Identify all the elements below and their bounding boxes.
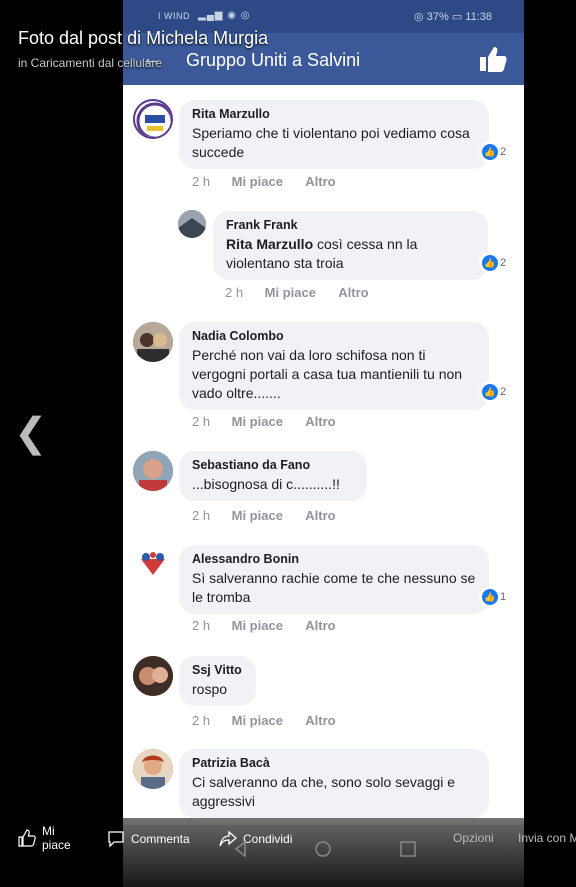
options-button[interactable]: Opzioni xyxy=(453,831,494,845)
comment-time: 2 h xyxy=(225,285,244,300)
thumb-up-icon xyxy=(18,829,36,847)
comment-author[interactable]: Sebastiano da Fano xyxy=(192,457,354,473)
eye-icon: ◎ xyxy=(414,11,424,23)
comment-actions: 2 h Mi piace Altro xyxy=(192,618,336,633)
comment-actions: 2 h Mi piace Altro xyxy=(225,285,369,300)
avatar[interactable] xyxy=(178,210,206,238)
avatar[interactable] xyxy=(133,322,173,362)
comment-actions: 2 h Mi piace Altro xyxy=(192,713,336,728)
comment-text: Speriamo che ti violentano poi vediamo c… xyxy=(192,125,470,160)
avatar[interactable] xyxy=(133,99,173,139)
nav-home-icon xyxy=(315,841,331,857)
reaction-count[interactable]: 👍 2 xyxy=(479,141,511,163)
comment-author[interactable]: Ssj Vitto xyxy=(192,662,243,678)
nav-back-icon xyxy=(234,840,246,858)
like-thumb-icon[interactable] xyxy=(478,45,508,73)
comment-time: 2 h xyxy=(192,508,211,523)
comment-actions: 2 h Mi piace Altro xyxy=(192,174,336,189)
mention[interactable]: Rita Marzullo xyxy=(226,236,313,252)
more-link[interactable]: Altro xyxy=(305,618,335,633)
like-link[interactable]: Mi piace xyxy=(232,508,302,523)
avatar[interactable] xyxy=(133,749,173,789)
comment-list: Rita Marzullo Speriamo che ti violentano… xyxy=(123,85,524,825)
comment-bubble[interactable]: Frank Frank Rita Marzullo così cessa nn … xyxy=(213,211,488,280)
more-link[interactable]: Altro xyxy=(305,713,335,728)
comment-text: Perché non vai da loro schifosa non ti v… xyxy=(192,347,463,401)
like-reaction-icon: 👍 xyxy=(482,384,498,400)
comment-time: 2 h xyxy=(192,618,211,633)
like-reaction-icon: 👍 xyxy=(482,144,498,160)
avatar[interactable] xyxy=(133,656,173,696)
photo-viewer: I WIND ▂▄▆ ◉ ◎ ◎ 37% ▭ 11:38 ← Gruppo Un… xyxy=(0,0,576,887)
comment-bubble[interactable]: Alessandro Bonin Sì salveranno rachie co… xyxy=(179,545,489,614)
comment-icon xyxy=(108,831,124,848)
comment-text: Rita Marzullo così cessa nn la violentan… xyxy=(226,236,418,271)
carrier-label: I WIND xyxy=(158,11,190,21)
like-link[interactable]: Mi piace xyxy=(232,618,302,633)
send-with-messenger-button[interactable]: Invia con M xyxy=(518,831,576,845)
like-link[interactable]: Mi piace xyxy=(232,713,302,728)
comment-text: ...bisognosa di c..........!! xyxy=(192,476,340,492)
more-link[interactable]: Altro xyxy=(305,508,335,523)
avatar[interactable] xyxy=(133,545,173,585)
reaction-count[interactable]: 👍 2 xyxy=(479,381,511,403)
comment-text: Sì salveranno rachie come te che nessuno… xyxy=(192,570,476,605)
reaction-count[interactable]: 👍 1 xyxy=(479,586,511,608)
comment-bubble[interactable]: Sebastiano da Fano ...bisognosa di c....… xyxy=(179,451,367,501)
comment-time: 2 h xyxy=(192,414,211,429)
like-button[interactable]: Mi piace xyxy=(18,824,76,852)
like-link[interactable]: Mi piace xyxy=(265,285,335,300)
comment-author[interactable]: Alessandro Bonin xyxy=(192,551,476,567)
post-title[interactable]: Foto dal post di Michela Murgia xyxy=(18,28,268,49)
like-reaction-icon: 👍 xyxy=(482,589,498,605)
like-link[interactable]: Mi piace xyxy=(232,414,302,429)
comment-author[interactable]: Rita Marzullo xyxy=(192,106,476,122)
clock: 11:38 xyxy=(465,11,492,23)
status-right: ◎ 37% ▭ 11:38 xyxy=(414,10,492,23)
more-link[interactable]: Altro xyxy=(305,414,335,429)
comment-actions: 2 h Mi piace Altro xyxy=(192,414,336,429)
signal-icon: ▂▄▆ ◉ ◎ xyxy=(198,10,251,21)
comment-author[interactable]: Nadia Colombo xyxy=(192,328,476,344)
comment-bubble[interactable]: Nadia Colombo Perché non vai da loro sch… xyxy=(179,322,489,410)
comment-bubble[interactable]: Rita Marzullo Speriamo che ti violentano… xyxy=(179,100,489,169)
comment-bubble[interactable]: Patrizia Bacà Ci salveranno da che, sono… xyxy=(179,749,489,818)
like-link[interactable]: Mi piace xyxy=(232,174,302,189)
comment-time: 2 h xyxy=(192,713,211,728)
more-link[interactable]: Altro xyxy=(338,285,368,300)
post-subtitle[interactable]: in Caricamenti dal cellulare xyxy=(18,56,162,70)
group-title: Gruppo Uniti a Salvini xyxy=(186,50,361,70)
nav-recents-icon xyxy=(400,841,416,857)
reaction-count[interactable]: 👍 2 xyxy=(479,252,511,274)
phone-screenshot: I WIND ▂▄▆ ◉ ◎ ◎ 37% ▭ 11:38 ← Gruppo Un… xyxy=(123,0,524,887)
comment-text: Ci salveranno da che, sono solo sevaggi … xyxy=(192,774,456,809)
like-reaction-icon: 👍 xyxy=(482,255,498,271)
previous-photo-icon[interactable]: ❮ xyxy=(14,413,48,453)
battery-icon: ▭ xyxy=(451,11,463,23)
battery-level: 37% xyxy=(426,11,449,23)
avatar[interactable] xyxy=(133,451,173,491)
android-nav-keys xyxy=(234,840,416,858)
comment-author[interactable]: Frank Frank xyxy=(226,217,475,233)
comment-author[interactable]: Patrizia Bacà xyxy=(192,755,476,771)
comment-time: 2 h xyxy=(192,174,211,189)
comment-bubble[interactable]: Ssj Vitto rospo xyxy=(179,656,256,706)
more-link[interactable]: Altro xyxy=(305,174,335,189)
comment-text: rospo xyxy=(192,681,228,697)
comment-button[interactable]: Commenta xyxy=(107,830,190,848)
comment-actions: 2 h Mi piace Altro xyxy=(192,508,336,523)
